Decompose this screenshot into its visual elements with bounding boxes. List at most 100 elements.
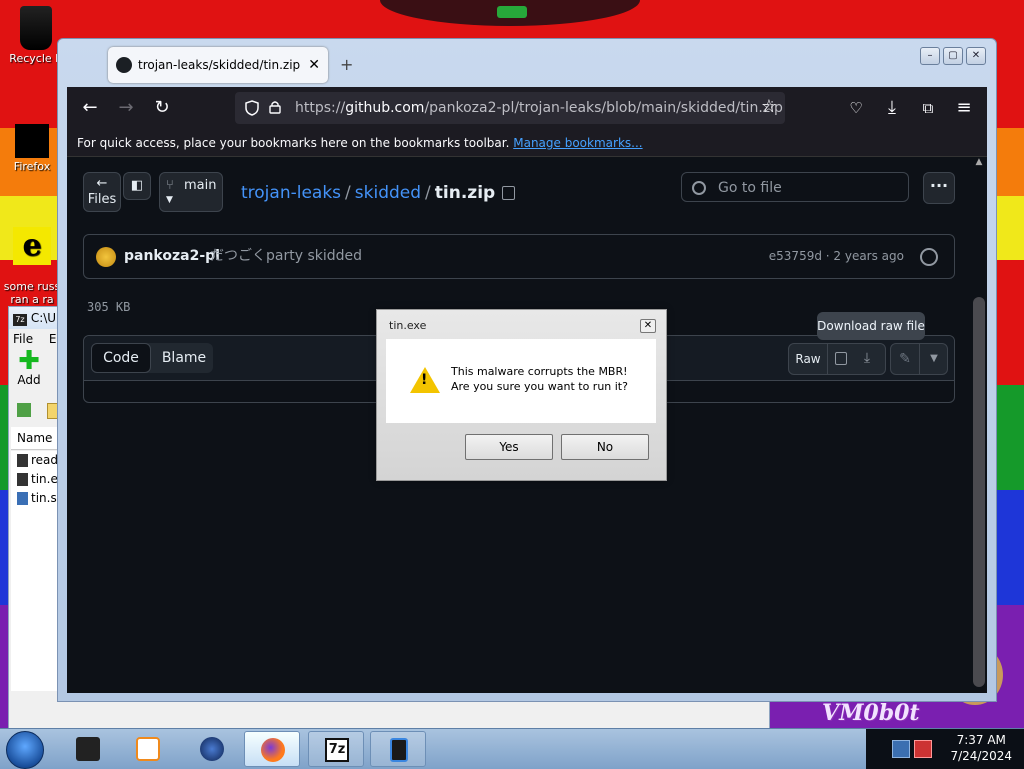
chevron-down-icon: ▼ — [166, 195, 173, 205]
url-host: github.com — [345, 100, 425, 116]
download-raw-icon[interactable]: ⤓ — [859, 348, 875, 368]
minimize-button[interactable]: – — [920, 47, 940, 65]
add-button[interactable]: ✚ Add — [9, 346, 49, 387]
up-folder-icon[interactable] — [17, 403, 31, 417]
sevenzip-icon: 7z — [325, 738, 349, 762]
url-path: /pankoza2-pl/trojan-leaks/blob/main/skid… — [424, 100, 783, 116]
media-player-icon — [136, 737, 160, 761]
file-name: read — [31, 453, 59, 467]
phone-icon — [390, 738, 408, 762]
files-button[interactable]: ← Files — [83, 172, 121, 212]
desktop-icon-some-russ[interactable]: e some russ ran a ra — [0, 214, 64, 306]
breadcrumb-current-file: tin.zip — [434, 183, 496, 203]
commit-author[interactable]: pankoza2-pl — [124, 235, 220, 278]
taskbar-item-firefox[interactable] — [244, 731, 300, 767]
tab-close-icon[interactable]: ✕ — [308, 47, 320, 83]
taskbar-item-device[interactable] — [370, 731, 426, 767]
desktop-icon-firefox[interactable]: Firefox — [0, 124, 64, 173]
file-icon — [17, 492, 28, 505]
file-name: tin.e — [31, 472, 58, 486]
edit-actions-group: ✎ ▼ — [890, 343, 948, 375]
navigation-toolbar: ← → ↻ https://github.com/pankoza2-pl/tro… — [67, 87, 987, 129]
close-window-button[interactable]: ✕ — [966, 47, 986, 65]
breadcrumb-repo-link[interactable]: trojan-leaks — [241, 183, 341, 203]
url-bar[interactable]: https://github.com/pankoza2-pl/trojan-le… — [235, 92, 785, 124]
tray-network-icon[interactable] — [892, 740, 910, 758]
menu-edit[interactable]: E — [49, 332, 57, 346]
sevenzip-title: C:\U — [30, 311, 57, 325]
commit-hash-time[interactable]: e53759d · 2 years ago — [769, 235, 904, 278]
files-label: Files — [87, 192, 117, 207]
tab-blame[interactable]: Blame — [155, 343, 213, 373]
back-arrow-icon[interactable]: ← — [77, 95, 103, 121]
branch-name: main — [183, 178, 217, 193]
warning-exclamation: ! — [421, 372, 428, 388]
forward-arrow-icon[interactable]: → — [113, 95, 139, 121]
taskbar-item-globe[interactable] — [184, 731, 240, 767]
vertical-scrollbar[interactable]: ▲ — [971, 157, 987, 693]
bookmarks-hint: For quick access, place your bookmarks h… — [77, 136, 510, 150]
window-controls: – ▢ ✕ — [917, 47, 986, 65]
side-panel-button[interactable]: ◧ — [123, 172, 151, 200]
menu-hamburger-icon[interactable]: ≡ — [951, 95, 977, 121]
breadcrumb-folder-link[interactable]: skidded — [355, 183, 421, 203]
lock-icon[interactable] — [269, 100, 281, 114]
dialog-message: This malware corrupts the MBR! Are you s… — [451, 364, 628, 394]
start-button[interactable] — [6, 731, 44, 769]
tray-security-icon[interactable] — [914, 740, 932, 758]
scroll-up-icon[interactable]: ▲ — [973, 157, 985, 169]
black-box-icon — [76, 737, 100, 761]
latest-commit-box: pankoza2-pl だつごくparty skidded e53759d · … — [83, 234, 955, 279]
yes-button[interactable]: Yes — [465, 434, 553, 460]
taskbar-item-media[interactable] — [120, 731, 176, 767]
commit-message[interactable]: だつごくparty skidded — [210, 235, 362, 278]
exe-icon — [17, 473, 28, 486]
go-to-file-input[interactable]: Go to file — [681, 172, 909, 202]
url-text[interactable]: https://github.com/pankoza2-pl/trojan-le… — [295, 92, 783, 124]
copy-path-icon[interactable] — [502, 186, 516, 200]
manage-bookmarks-link[interactable]: Manage bookmarks... — [513, 136, 642, 150]
extensions-icon[interactable]: ⧉ — [915, 95, 941, 121]
maximize-button[interactable]: ▢ — [943, 47, 963, 65]
branch-icon: ⑂ — [166, 178, 174, 193]
url-prefix: https:// — [295, 100, 346, 116]
tab-code[interactable]: Code — [91, 343, 151, 373]
download-icon[interactable]: ⤓ — [879, 95, 905, 121]
branch-selector[interactable]: ⑂ main ▼ — [159, 172, 223, 212]
view-mode-toggle: Code Blame — [91, 343, 213, 373]
go-to-file-placeholder: Go to file — [718, 180, 782, 196]
taskbar-item-app1[interactable] — [60, 731, 116, 767]
copy-raw-icon[interactable] — [835, 352, 847, 365]
firefox-icon — [261, 738, 285, 762]
menu-file[interactable]: File — [13, 332, 33, 346]
avatar[interactable] — [96, 247, 116, 267]
bookmark-star-icon[interactable]: ☆ — [761, 96, 777, 117]
shield-icon[interactable] — [245, 100, 259, 116]
reload-icon[interactable]: ↻ — [149, 95, 175, 121]
bookmarks-toolbar: For quick access, place your bookmarks h… — [67, 129, 987, 157]
github-icon — [116, 57, 132, 73]
taskbar: 7z 7:37 AM 7/24/2024 — [0, 728, 1024, 769]
document-icon: e — [13, 227, 51, 265]
chevron-down-icon[interactable]: ▼ — [921, 344, 947, 374]
no-button[interactable]: No — [561, 434, 649, 460]
raw-button[interactable]: Raw — [789, 344, 828, 374]
dialog-close-button[interactable]: ✕ — [640, 319, 656, 333]
more-options-button[interactable]: ··· — [923, 172, 955, 204]
desktop-icon-label: Recycle B — [9, 52, 63, 65]
plus-icon: ✚ — [18, 346, 40, 376]
warning-dialog: tin.exe ✕ ! This malware corrupts the MB… — [376, 309, 667, 481]
scrollbar-thumb[interactable] — [973, 297, 985, 687]
pencil-icon[interactable]: ✎ — [891, 344, 920, 374]
pocket-icon[interactable]: ♡ — [843, 95, 869, 121]
tab-github-file[interactable]: trojan-leaks/skidded/tin.zip at ✕ — [108, 47, 328, 83]
file-icon — [17, 454, 28, 467]
dialog-body: ! This malware corrupts the MBR! Are you… — [386, 339, 656, 423]
clock[interactable]: 7:37 AM 7/24/2024 — [950, 732, 1012, 764]
globe-icon — [200, 737, 224, 761]
new-tab-button[interactable]: + — [340, 47, 353, 83]
dialog-message-line1: This malware corrupts the MBR! — [451, 365, 628, 378]
system-tray: 7:37 AM 7/24/2024 — [866, 729, 1024, 769]
history-icon[interactable] — [920, 248, 938, 266]
taskbar-item-7zip[interactable]: 7z — [308, 731, 364, 767]
